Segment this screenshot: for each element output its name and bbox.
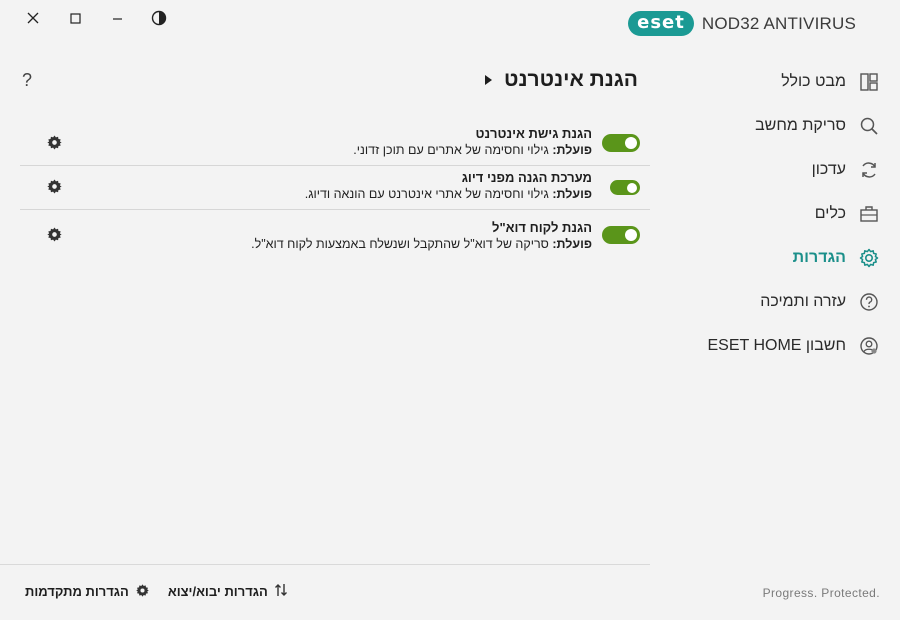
sidebar-item-help[interactable]: עזרה ותמיכה [660,280,880,324]
setting-row-web-access: הגנת גישת אינטרנט פועלת: גילוי וחסימה של… [20,122,650,166]
sidebar-item-update[interactable]: עדכון [660,148,880,192]
setting-description: פועלת: גילוי וחסימה של אתרי אינטרנט עם ה… [305,186,592,202]
sidebar-item-scan[interactable]: סריקת מחשב [660,104,880,148]
web-access-toggle[interactable] [602,134,640,152]
advanced-settings-label: הגדרות מתקדמות [25,584,129,599]
gear-icon[interactable] [46,134,63,156]
setting-description: פועלת: סריקה של דוא"ל שהתקבל ושנשלח באמצ… [251,236,592,252]
account-icon [858,335,880,357]
main-panel: ? הגנת אינטרנט הגנת גישת אינטרנט פועלת: … [20,60,650,560]
status-text: סריקה של דוא"ל שהתקבל ושנשלח באמצעות לקו… [251,237,553,251]
page-title: הגנת אינטרנט [504,68,638,91]
sidebar-item-label: עדכון [811,161,846,178]
product-name: NOD32 ANTIVIRUS [701,13,856,33]
gear-icon[interactable] [46,178,63,200]
sidebar-item-label: כלים [814,205,846,222]
settings-list: הגנת גישת אינטרנט פועלת: גילוי וחסימה של… [20,122,650,262]
anti-phishing-toggle[interactable] [610,180,640,195]
footer-divider [0,564,650,565]
theme-toggle-button[interactable] [138,8,180,28]
footer-actions: הגדרות מתקדמות הגדרות יבוא/יצוא [25,582,288,601]
sidebar-item-account[interactable]: חשבון ESET HOME [660,324,880,368]
sidebar-item-label: חשבון ESET HOME [707,337,847,354]
help-circle-icon [858,291,880,313]
eset-logo: eset [628,11,694,36]
sidebar-item-label: מבט כולל [781,73,846,90]
toggle-knob [627,182,637,193]
maximize-button[interactable] [54,8,96,28]
contrast-icon [151,10,167,26]
setting-row-anti-phishing: מערכת הגנה מפני דיוג פועלת: גילוי וחסימה… [20,166,650,210]
status-text: גילוי וחסימה של אתרי אינטרנט עם הונאה וד… [304,187,553,201]
maximize-icon [69,12,81,24]
sidebar-item-tools[interactable]: כלים [660,192,880,236]
search-icon [858,115,880,137]
toggle-knob [625,229,637,241]
close-icon [27,12,39,24]
advanced-settings-button[interactable]: הגדרות מתקדמות [25,583,150,601]
minimize-icon [112,17,122,20]
setting-description: פועלת: גילוי וחסימה של אתרים עם תוכן זדו… [353,142,592,158]
sidebar-item-label: הגדרות [792,249,846,266]
setting-text: מערכת הגנה מפני דיוג פועלת: גילוי וחסימה… [305,170,592,202]
dashboard-icon [858,71,880,93]
status-prefix: פועלת: [552,143,592,157]
sidebar-item-settings[interactable]: הגדרות [660,236,880,280]
email-client-toggle[interactable] [602,226,640,244]
toggle-knob [625,137,637,149]
sidebar-item-overview[interactable]: מבט כולל [660,60,880,104]
gear-icon[interactable] [46,226,63,248]
gear-icon [135,583,150,601]
sidebar: מבט כולל סריקת מחשב עדכון כלים הגדרות עז… [660,60,880,368]
setting-text: הגנת גישת אינטרנט פועלת: גילוי וחסימה של… [353,126,592,158]
setting-row-email-client: הגנת לקוח דוא"ל פועלת: סריקה של דוא"ל שה… [20,210,650,262]
setting-title: הגנת גישת אינטרנט [475,126,593,141]
status-prefix: פועלת: [552,237,592,251]
status-text: גילוי וחסימה של אתרים עם תוכן זדוני. [353,143,553,157]
status-prefix: פועלת: [552,187,592,201]
sidebar-item-label: סריקת מחשב [755,117,846,134]
brand: eset NOD32 ANTIVIRUS [628,11,856,36]
window-controls [12,8,180,28]
setting-text: הגנת לקוח דוא"ל פועלת: סריקה של דוא"ל שה… [251,220,592,252]
page-header: הגנת אינטרנט [485,68,638,92]
import-export-button[interactable]: הגדרות יבוא/יצוא [168,582,288,601]
help-button[interactable]: ? [22,70,32,91]
import-export-label: הגדרות יבוא/יצוא [167,584,268,599]
minimize-button[interactable] [96,8,138,28]
back-arrow-icon[interactable] [485,75,493,85]
refresh-icon [858,159,880,181]
tagline: Progress. Protected. [762,586,880,600]
setting-title: הגנת לקוח דוא"ל [492,220,592,235]
import-export-icon [274,582,288,601]
setting-title: מערכת הגנה מפני דיוג [461,170,592,185]
close-button[interactable] [12,8,54,28]
sidebar-item-label: עזרה ותמיכה [760,293,846,310]
gear-icon [858,247,880,269]
briefcase-icon [858,203,880,225]
